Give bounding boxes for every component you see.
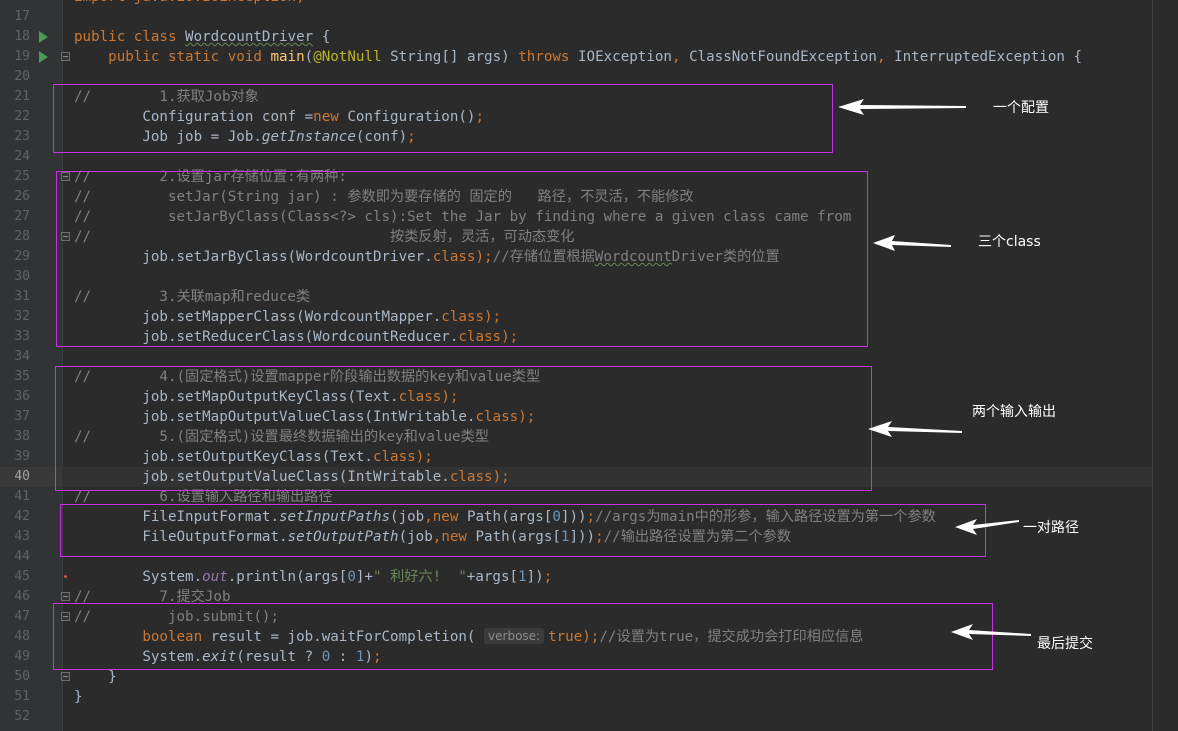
code-text: System.out.println(args[0]+" 利好六! "+args…: [74, 567, 552, 587]
run-gutter-icon[interactable]: [39, 31, 48, 43]
line-number: 32: [14, 309, 30, 324]
arrow-icon: [955, 519, 1019, 535]
code-token: 0: [347, 569, 356, 585]
highlight-box-io: [55, 366, 872, 491]
line-number: 40: [14, 469, 30, 484]
line-number: 23: [14, 129, 30, 144]
fold-icon[interactable]: [61, 52, 70, 61]
line-number: 34: [14, 349, 30, 364]
fold-icon[interactable]: [61, 592, 70, 601]
code-token: .println(args[: [227, 569, 348, 585]
code-token: public static void: [108, 49, 271, 65]
code-token: // 6.设置输入路径和输出路径: [74, 489, 333, 505]
code-token: }: [74, 669, 117, 685]
run-gutter-icon[interactable]: [39, 51, 48, 63]
line-number: 36: [14, 389, 30, 404]
line-number: 51: [14, 689, 30, 704]
line-number: 37: [14, 409, 30, 424]
line-number: 20: [14, 69, 30, 84]
code-token: +args[: [466, 569, 519, 585]
code-token: import java.io.IOException;: [74, 0, 305, 5]
code-token: main: [270, 49, 305, 65]
line-number: 35: [14, 369, 30, 384]
code-text: }: [74, 667, 117, 687]
line-number: 42: [14, 509, 30, 524]
line-number: 46: [14, 589, 30, 604]
highlight-box-paths: [60, 504, 986, 557]
line-number: 43: [14, 529, 30, 544]
code-token: throws: [518, 49, 578, 65]
code-text: import java.io.IOException;: [74, 0, 305, 7]
line-number: 38: [14, 429, 30, 444]
line-number: 47: [14, 609, 30, 624]
editor-scrollbar[interactable]: [1152, 0, 1178, 731]
code-token: ClassNotFoundException: [689, 49, 877, 65]
line-number: 31: [14, 289, 30, 304]
line-number: 50: [14, 669, 30, 684]
highlight-box-config: [53, 84, 833, 153]
line-number: 33: [14, 329, 30, 344]
code-token: System.: [74, 569, 203, 585]
line-number: 29: [14, 249, 30, 264]
code-token: ]+: [355, 569, 373, 585]
code-token: }: [74, 689, 83, 705]
line-number: 44: [14, 549, 30, 564]
line-number: 16: [0, 0, 30, 7]
code-token: public class: [74, 29, 186, 45]
code-token: String[] args): [381, 49, 519, 65]
annotation-three-classes: 三个class: [978, 234, 1041, 250]
line-number: 22: [14, 109, 30, 124]
line-number: 45: [14, 569, 30, 584]
gutter-marker-icon: [64, 575, 67, 578]
annotation-two-io: 两个输入输出: [972, 404, 1056, 420]
code-token: ,: [876, 49, 895, 65]
annotation-config: 一个配置: [993, 100, 1049, 116]
code-token: " 利好六! ": [372, 569, 467, 585]
fold-icon[interactable]: [61, 672, 70, 681]
highlight-box-submit: [53, 603, 993, 670]
line-number: 41: [14, 489, 30, 504]
line-number: 49: [14, 649, 30, 664]
line-number: 18: [14, 29, 30, 44]
line-number: 25: [14, 169, 30, 184]
line-number: 28: [14, 229, 30, 244]
arrow-icon: [951, 624, 1031, 640]
line-number: 27: [14, 209, 30, 224]
code-token: out: [202, 569, 228, 585]
code-token: (: [304, 49, 314, 65]
line-number: 26: [14, 189, 30, 204]
line-number: 24: [14, 149, 30, 164]
code-token: {: [313, 29, 331, 45]
line-number: 21: [14, 89, 30, 104]
line-number: 17: [14, 9, 30, 24]
line-number: 30: [14, 269, 30, 284]
code-token: ;: [543, 569, 553, 585]
annotation-submit: 最后提交: [1037, 636, 1093, 652]
line-number: 48: [14, 629, 30, 644]
arrow-icon: [873, 235, 951, 251]
code-text: }: [74, 687, 83, 707]
code-text: public class WordcountDriver {: [74, 27, 330, 47]
highlight-box-classes: [56, 171, 868, 347]
annotation-paths: 一对路径: [1023, 520, 1079, 536]
code-token: IOException: [578, 49, 672, 65]
line-number: 52: [14, 709, 30, 724]
code-token: WordcountDriver: [185, 29, 314, 45]
code-text: public static void main(@NotNull String[…: [74, 47, 1082, 67]
code-token: ,: [671, 49, 690, 65]
arrow-icon: [838, 99, 966, 115]
arrow-icon: [868, 421, 962, 437]
code-token: InterruptedException {: [894, 49, 1082, 65]
code-token: 1: [518, 569, 527, 585]
line-number: 19: [14, 49, 30, 64]
line-number: 39: [14, 449, 30, 464]
code-token: ]): [526, 569, 544, 585]
code-token: @NotNull: [313, 49, 382, 65]
